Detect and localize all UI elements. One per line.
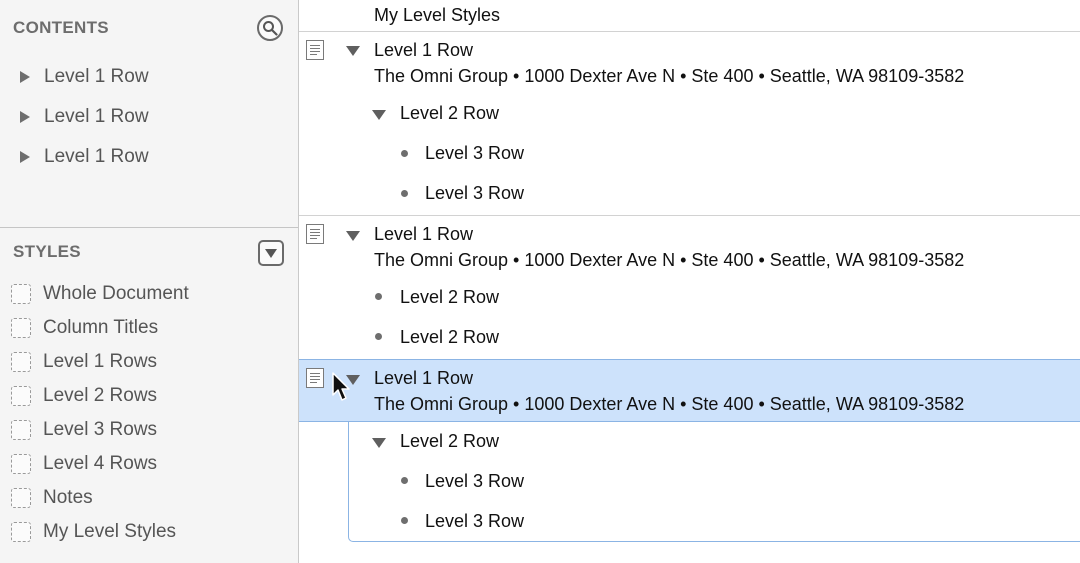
style-item-label: Level 4 Rows xyxy=(43,453,158,474)
style-item-label: Notes xyxy=(43,487,93,508)
style-item-level-3-rows[interactable]: Level 3 Rows xyxy=(11,417,157,443)
row-level-3-title[interactable]: Level 3 Row xyxy=(425,143,524,164)
row-level-3-title[interactable]: Level 3 Row xyxy=(425,511,524,532)
contents-section-title: CONTENTS xyxy=(13,18,109,37)
disclosure-triangle-icon[interactable] xyxy=(372,438,386,448)
row-level-2-title[interactable]: Level 2 Row xyxy=(400,431,499,452)
style-item-level-1-rows[interactable]: Level 1 Rows xyxy=(11,349,157,375)
contents-search-button[interactable] xyxy=(257,15,283,41)
note-icon[interactable] xyxy=(306,40,324,60)
style-swatch-icon xyxy=(11,488,31,508)
style-item-notes[interactable]: Notes xyxy=(11,485,93,511)
contents-item-level-1-row[interactable]: Level 1 Row xyxy=(20,144,149,170)
row-level-1-title[interactable]: Level 1 Row xyxy=(374,368,473,389)
styles-menu-button[interactable] xyxy=(258,240,284,266)
sidebar: CONTENTS Level 1 Row Level 1 Row Level 1… xyxy=(0,0,299,563)
bullet-icon xyxy=(401,517,408,524)
row-level-3-title[interactable]: Level 3 Row xyxy=(425,471,524,492)
column-title[interactable]: My Level Styles xyxy=(374,5,500,26)
style-swatch-icon xyxy=(11,352,31,372)
sidebar-divider[interactable] xyxy=(0,227,298,228)
bullet-icon xyxy=(401,477,408,484)
style-swatch-icon xyxy=(11,420,31,440)
note-icon[interactable] xyxy=(306,224,324,244)
row-separator xyxy=(299,215,1080,216)
disclosure-triangle-icon[interactable] xyxy=(346,46,360,56)
style-item-label: Level 3 Rows xyxy=(43,419,158,440)
disclosure-triangle-icon[interactable] xyxy=(346,231,360,241)
contents-item-label: Level 1 Row xyxy=(44,106,149,127)
row-level-2-title[interactable]: Level 2 Row xyxy=(400,103,499,124)
style-item-whole-document[interactable]: Whole Document xyxy=(11,281,189,307)
row-level-1-title[interactable]: Level 1 Row xyxy=(374,40,473,61)
style-swatch-icon xyxy=(11,454,31,474)
style-swatch-icon xyxy=(11,386,31,406)
outline-editor[interactable]: My Level Styles Level 1 Row The Omni Gro… xyxy=(299,0,1080,563)
row-level-3-title[interactable]: Level 3 Row xyxy=(425,183,524,204)
styles-section-title: STYLES xyxy=(13,242,81,261)
disclosure-triangle-icon[interactable] xyxy=(20,71,30,83)
style-swatch-icon xyxy=(11,318,31,338)
style-item-label: Level 1 Rows xyxy=(43,351,158,372)
bullet-icon xyxy=(401,190,408,197)
triangle-down-icon xyxy=(265,249,277,258)
mouse-pointer-icon xyxy=(332,372,350,401)
bullet-icon xyxy=(375,293,382,300)
row-note[interactable]: The Omni Group • 1000 Dexter Ave N • Ste… xyxy=(374,394,964,415)
contents-item-level-1-row[interactable]: Level 1 Row xyxy=(20,64,149,90)
search-icon xyxy=(263,21,278,36)
disclosure-triangle-icon[interactable] xyxy=(20,151,30,163)
disclosure-triangle-icon[interactable] xyxy=(20,111,30,123)
style-item-column-titles[interactable]: Column Titles xyxy=(11,315,158,341)
style-item-label: Level 2 Rows xyxy=(43,385,158,406)
style-item-label: My Level Styles xyxy=(43,521,177,542)
disclosure-triangle-icon[interactable] xyxy=(372,110,386,120)
style-item-label: Whole Document xyxy=(43,283,189,304)
style-swatch-icon xyxy=(11,284,31,304)
style-item-my-level-styles[interactable]: My Level Styles xyxy=(11,519,176,545)
style-item-level-2-rows[interactable]: Level 2 Rows xyxy=(11,383,157,409)
bullet-icon xyxy=(401,150,408,157)
contents-item-level-1-row[interactable]: Level 1 Row xyxy=(20,104,149,130)
row-level-1-title[interactable]: Level 1 Row xyxy=(374,224,473,245)
style-item-level-4-rows[interactable]: Level 4 Rows xyxy=(11,451,157,477)
style-item-label: Column Titles xyxy=(43,317,159,338)
row-note[interactable]: The Omni Group • 1000 Dexter Ave N • Ste… xyxy=(374,250,964,271)
row-level-2-title[interactable]: Level 2 Row xyxy=(400,287,499,308)
bullet-icon xyxy=(375,333,382,340)
contents-item-label: Level 1 Row xyxy=(44,66,149,87)
contents-item-label: Level 1 Row xyxy=(44,146,149,167)
style-swatch-icon xyxy=(11,522,31,542)
row-level-2-title[interactable]: Level 2 Row xyxy=(400,327,499,348)
note-icon[interactable] xyxy=(306,368,324,388)
row-note[interactable]: The Omni Group • 1000 Dexter Ave N • Ste… xyxy=(374,66,964,87)
header-divider xyxy=(299,31,1080,32)
